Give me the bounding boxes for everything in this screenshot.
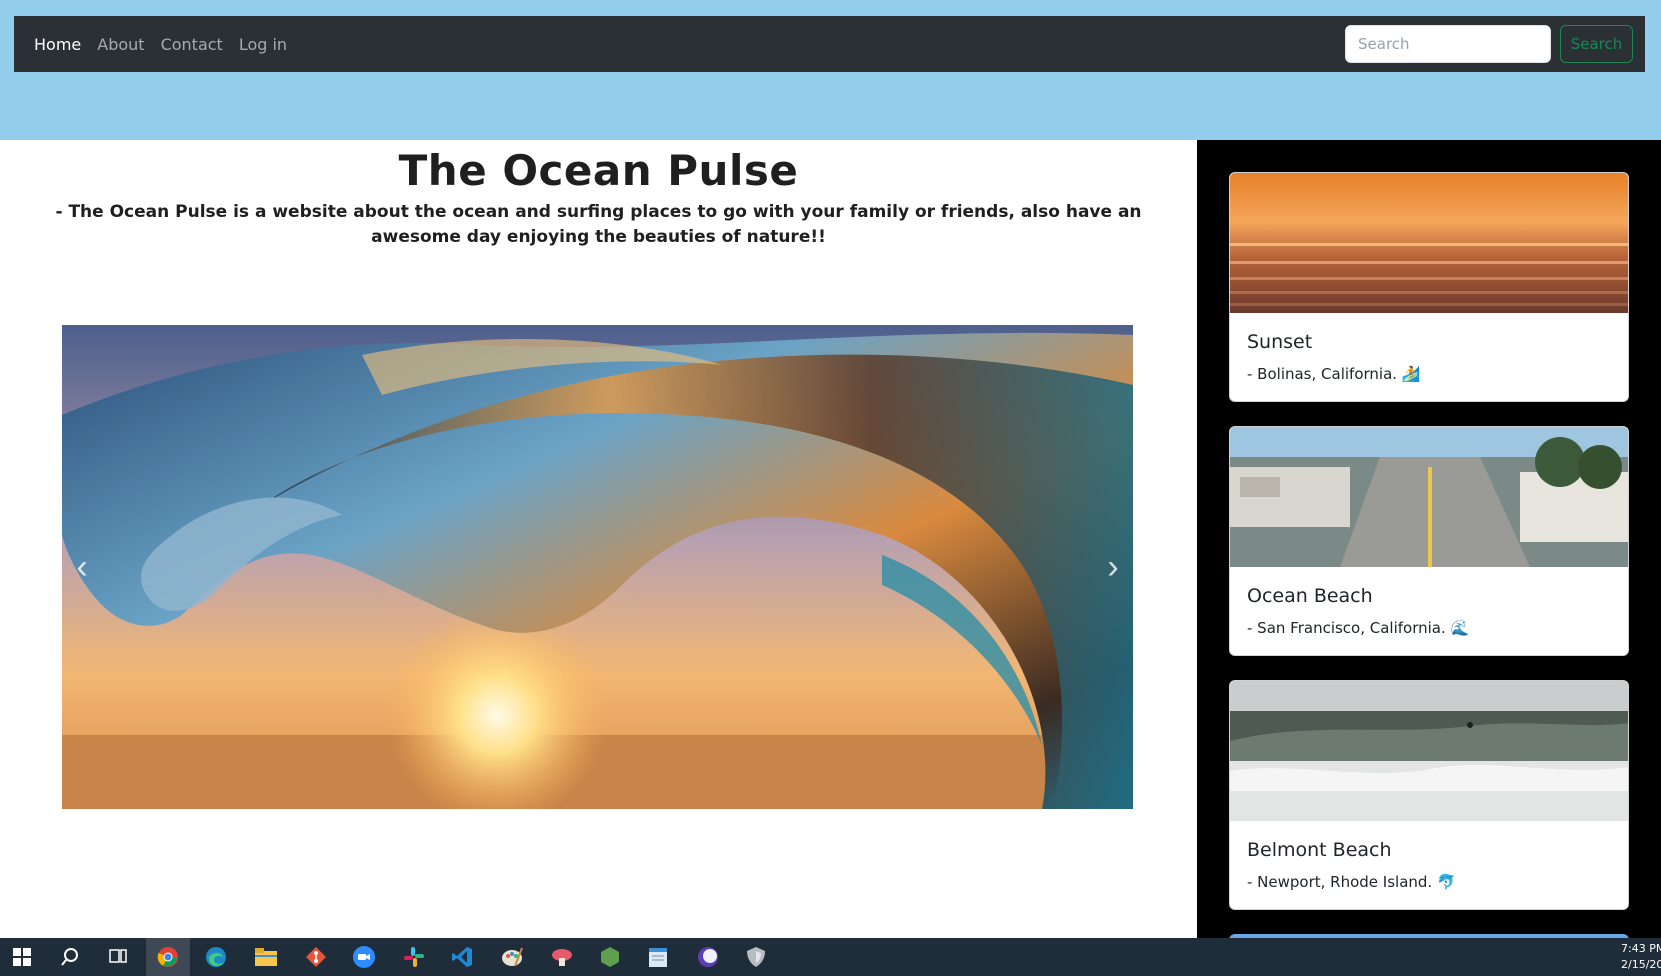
nav-link-contact[interactable]: Contact [161,35,223,54]
card-title: Ocean Beach [1247,585,1373,607]
card-sunset[interactable]: Sunset - Bolinas, California. 🏄 [1229,172,1629,402]
task-view-icon[interactable] [96,938,140,976]
main-content: The Ocean Pulse - The Ocean Pulse is a w… [0,140,1197,938]
search-input[interactable] [1345,25,1551,63]
sidebar: Sunset - Bolinas, California. 🏄 Ocean Be… [1197,140,1661,938]
edge-icon[interactable] [194,938,238,976]
carousel-prev-button[interactable]: ‹ [62,325,102,809]
search-button[interactable]: Search [1560,25,1633,63]
card-text: - Newport, Rhode Island. 🐬 [1247,873,1456,891]
paint-icon[interactable] [490,938,534,976]
wave-sunset-image [62,325,1133,809]
card-text: - San Francisco, California. 🌊 [1247,619,1470,637]
top-navbar: Home About Contact Log in Search [14,16,1645,72]
nav-links: Home About Contact Log in [34,16,287,72]
card-ocean-beach[interactable]: Ocean Beach - San Francisco, California.… [1229,426,1629,656]
search-icon[interactable] [48,938,92,976]
slack-icon[interactable] [392,938,436,976]
file-explorer-icon[interactable] [244,938,288,976]
belmont-beach-surf-image [1230,681,1628,821]
git-icon[interactable] [294,938,338,976]
taskbar-clock[interactable]: 7:43 PM 2/15/20 [1621,941,1661,973]
nodejs-icon[interactable] [588,938,632,976]
zoom-icon[interactable] [342,938,386,976]
carousel-next-button[interactable]: › [1093,325,1133,809]
nav-link-home[interactable]: Home [34,35,81,54]
page-subtitle: - The Ocean Pulse is a website about the… [55,202,1142,247]
ocean-beach-street-image [1230,427,1628,567]
chevron-left-icon: ‹ [76,547,88,586]
card-belmont-beach[interactable]: Belmont Beach - Newport, Rhode Island. 🐬 [1229,680,1629,910]
hero-carousel: ‹ › [62,325,1133,809]
notepad-icon[interactable] [636,938,680,976]
vscode-icon[interactable] [440,938,484,976]
windows-start-icon[interactable] [0,938,44,976]
chrome-icon[interactable] [146,938,190,976]
card-text: - Bolinas, California. 🏄 [1247,365,1421,383]
shield-app-icon[interactable] [734,938,778,976]
chevron-right-icon: › [1107,547,1119,586]
nav-link-login[interactable]: Log in [239,35,287,54]
page-title: The Ocean Pulse [398,146,799,195]
taskbar-time: 7:43 PM [1621,942,1661,955]
taskbar-date: 2/15/20 [1621,958,1661,971]
windows-taskbar: 7:43 PM 2/15/20 [0,938,1661,976]
nav-link-about[interactable]: About [97,35,144,54]
card-title: Belmont Beach [1247,839,1392,861]
card-title: Sunset [1247,331,1313,353]
mushroom-app-icon[interactable] [540,938,584,976]
sunset-ocean-image [1230,173,1628,313]
eclipse-icon[interactable] [686,938,730,976]
